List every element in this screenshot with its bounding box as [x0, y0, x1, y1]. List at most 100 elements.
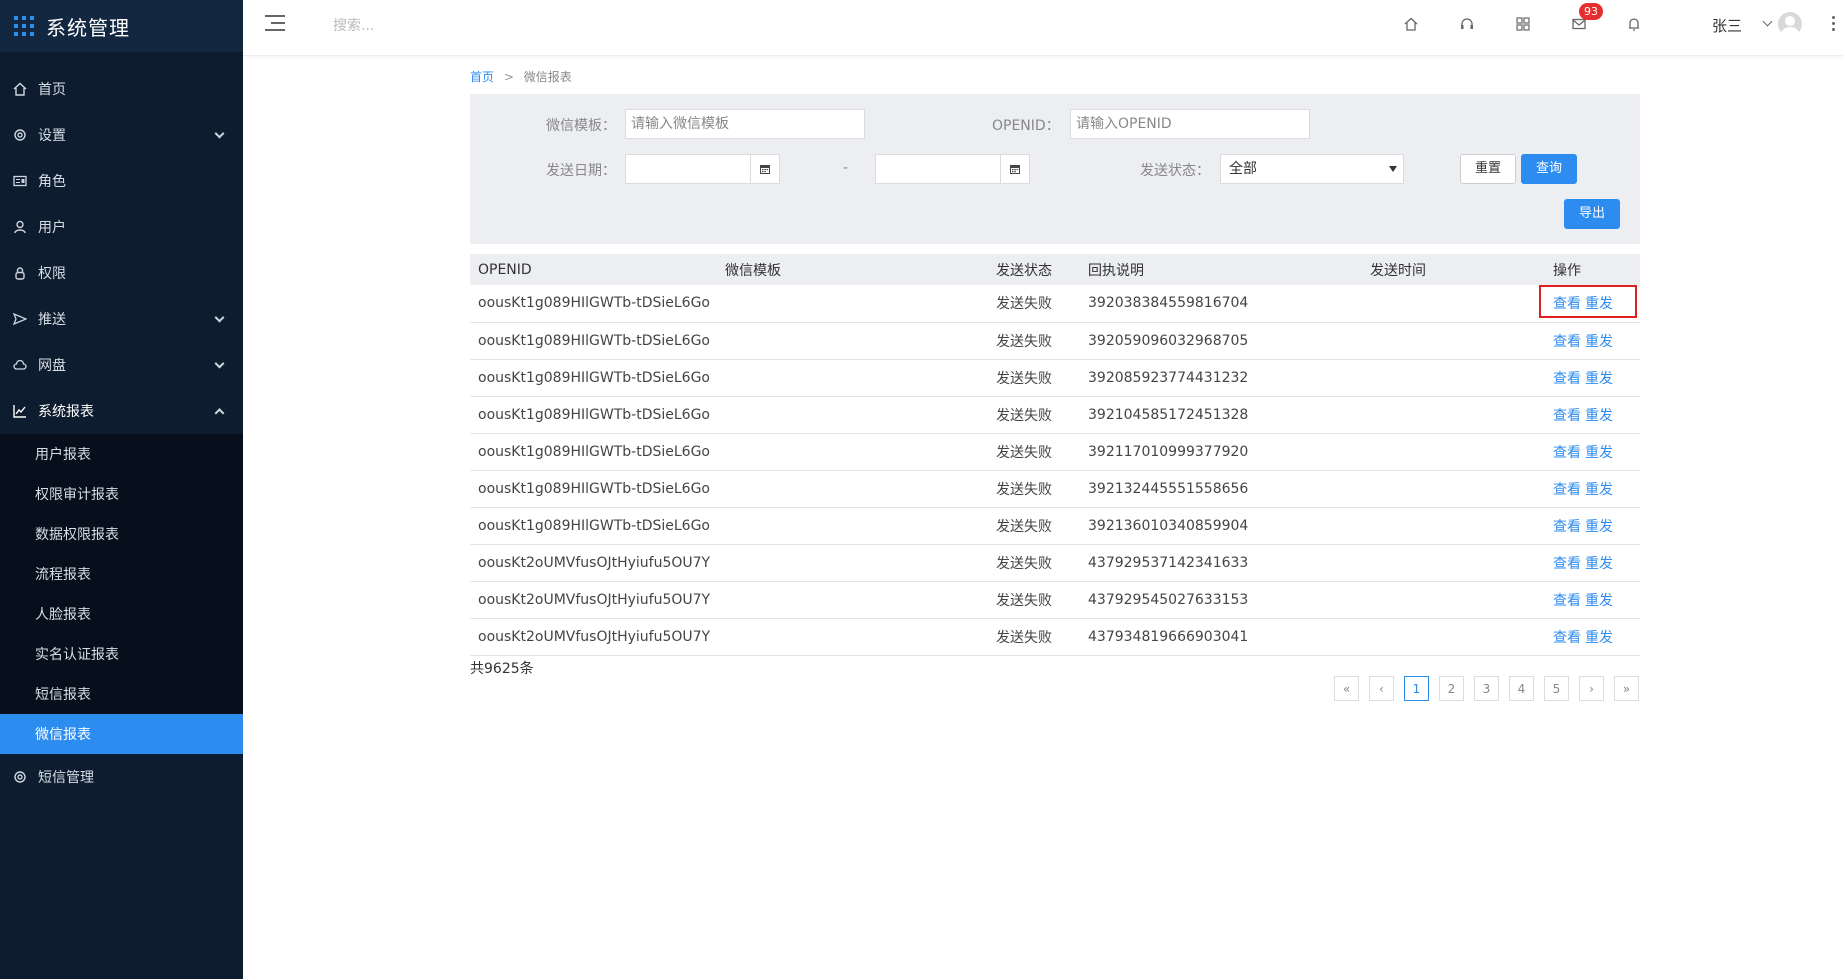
openid-input[interactable]	[1070, 109, 1310, 139]
page-button[interactable]: 2	[1439, 676, 1464, 701]
cell-openid: oousKt1g089HIlGWTb-tDSieL6Go	[470, 396, 717, 434]
view-link[interactable]: 查看	[1553, 408, 1581, 424]
page-button[interactable]: «	[1334, 676, 1359, 701]
cell-openid: oousKt1g089HIlGWTb-tDSieL6Go	[470, 470, 717, 508]
cell-template	[717, 507, 988, 545]
table-row: oousKt1g089HIlGWTb-tDSieL6Go 发送失败 39205909…	[470, 322, 1640, 360]
sidebar-subitem-face-report[interactable]: 人脸报表	[0, 594, 243, 634]
page-button[interactable]: ‹	[1369, 676, 1394, 701]
sidebar-subitem-sms-report[interactable]: 短信报表	[0, 674, 243, 714]
view-link[interactable]: 查看	[1553, 296, 1581, 312]
sidebar-subitem-user-report[interactable]: 用户报表	[0, 434, 243, 474]
cell-send-time	[1362, 359, 1545, 397]
calendar-icon[interactable]	[750, 155, 779, 183]
cell-actions: 查看 重发	[1545, 507, 1640, 545]
headset-icon[interactable]	[1457, 14, 1477, 34]
resend-link[interactable]: 重发	[1585, 371, 1613, 387]
view-link[interactable]: 查看	[1553, 445, 1581, 461]
home-icon[interactable]	[1401, 14, 1421, 34]
resend-link[interactable]: 重发	[1585, 630, 1613, 646]
sidebar-subitem-data-permission-report[interactable]: 数据权限报表	[0, 514, 243, 554]
resend-link[interactable]: 重发	[1585, 296, 1613, 312]
breadcrumb: 首页 > 微信报表	[470, 68, 572, 85]
page-button[interactable]: 3	[1474, 676, 1499, 701]
table-row: oousKt1g089HIlGWTb-tDSieL6Go 发送失败 39203838…	[470, 285, 1640, 323]
template-input[interactable]	[625, 109, 865, 139]
table-row: oousKt1g089HIlGWTb-tDSieL6Go 发送失败 39208592…	[470, 359, 1640, 397]
view-link[interactable]: 查看	[1553, 630, 1581, 646]
view-link[interactable]: 查看	[1553, 334, 1581, 350]
sidebar-item-settings[interactable]: 设置	[0, 112, 243, 158]
sidebar-item-system-reports[interactable]: 系统报表	[0, 388, 243, 434]
view-link[interactable]: 查看	[1553, 371, 1581, 387]
sidebar-item-label: 用户	[38, 220, 66, 236]
cell-receipt: 392038384559816704	[1080, 285, 1362, 323]
sidebar-item-label: 角色	[38, 174, 66, 190]
sidebar-item-users[interactable]: 用户	[0, 204, 243, 250]
sidebar-item-netdisk[interactable]: 网盘	[0, 342, 243, 388]
resend-link[interactable]: 重发	[1585, 482, 1613, 498]
cell-status: 发送失败	[988, 544, 1080, 582]
cell-send-time	[1362, 544, 1545, 582]
sidebar-item-label: 首页	[38, 82, 66, 98]
resend-link[interactable]: 重发	[1585, 593, 1613, 609]
apps-grid-icon[interactable]	[1513, 14, 1533, 34]
sidebar-item-label: 推送	[38, 312, 66, 328]
reset-button[interactable]: 重置	[1460, 154, 1516, 184]
sidebar-item-push[interactable]: 推送	[0, 296, 243, 342]
sidebar-item-label: 系统报表	[38, 404, 94, 420]
column-header-template: 微信模板	[725, 262, 781, 279]
bell-icon[interactable]	[1624, 14, 1644, 34]
resend-link[interactable]: 重发	[1585, 556, 1613, 572]
template-label: 微信模板：	[546, 118, 616, 134]
page-button[interactable]: ›	[1579, 676, 1604, 701]
cell-actions: 查看 重发	[1545, 396, 1640, 434]
start-date-field[interactable]	[625, 154, 780, 184]
send-status-select[interactable]: 全部	[1220, 154, 1404, 184]
page-button[interactable]: 5	[1544, 676, 1569, 701]
calendar-icon[interactable]	[1000, 155, 1029, 183]
query-button[interactable]: 查询	[1521, 154, 1577, 184]
search-input[interactable]	[333, 14, 533, 38]
sidebar-item-permissions[interactable]: 权限	[0, 250, 243, 296]
cell-openid: oousKt1g089HIlGWTb-tDSieL6Go	[470, 322, 717, 360]
avatar[interactable]	[1778, 12, 1802, 36]
user-name[interactable]: 张三	[1712, 15, 1742, 36]
more-vertical-icon[interactable]	[1832, 16, 1836, 34]
page-button[interactable]: 1	[1404, 676, 1429, 701]
resend-link[interactable]: 重发	[1585, 408, 1613, 424]
resend-link[interactable]: 重发	[1585, 445, 1613, 461]
sidebar-subitem-permission-audit-report[interactable]: 权限审计报表	[0, 474, 243, 514]
view-link[interactable]: 查看	[1553, 519, 1581, 535]
sidebar-item-sms-management[interactable]: 短信管理	[0, 754, 243, 800]
view-link[interactable]: 查看	[1553, 482, 1581, 498]
page-button[interactable]: 4	[1509, 676, 1534, 701]
sidebar-subitem-wechat-report[interactable]: 微信报表	[0, 714, 243, 754]
cell-send-time	[1362, 396, 1545, 434]
sidebar-subitem-realname-report[interactable]: 实名认证报表	[0, 634, 243, 674]
sidebar-item-roles[interactable]: 角色	[0, 158, 243, 204]
cell-send-time	[1362, 322, 1545, 360]
sidebar-item-home[interactable]: 首页	[0, 66, 243, 112]
sidebar-subitem-workflow-report[interactable]: 流程报表	[0, 554, 243, 594]
sidebar-menu: 首页 设置 角色 用户 权限 推送 网盘 系统报表 用户报表 权限审计报表 数据…	[0, 66, 243, 800]
table-row: oousKt1g089HIlGWTb-tDSieL6Go 发送失败 39213244…	[470, 470, 1640, 508]
cell-template	[717, 433, 988, 471]
breadcrumb-home-link[interactable]: 首页	[470, 70, 494, 84]
resend-link[interactable]: 重发	[1585, 519, 1613, 535]
end-date-field[interactable]	[875, 154, 1030, 184]
page-button[interactable]: »	[1614, 676, 1639, 701]
resend-link[interactable]: 重发	[1585, 334, 1613, 350]
export-button[interactable]: 导出	[1564, 199, 1620, 229]
table-body: oousKt1g089HIlGWTb-tDSieL6Go 发送失败 39203838…	[470, 285, 1640, 656]
view-link[interactable]: 查看	[1553, 556, 1581, 572]
cell-actions: 查看 重发	[1545, 581, 1640, 619]
mail-badge: 93	[1579, 3, 1603, 20]
cell-receipt: 392132445551558656	[1080, 470, 1362, 508]
cell-template	[717, 322, 988, 360]
reports-submenu: 用户报表 权限审计报表 数据权限报表 流程报表 人脸报表 实名认证报表 短信报表…	[0, 434, 243, 754]
view-link[interactable]: 查看	[1553, 593, 1581, 609]
sidebar-toggle-icon[interactable]	[265, 15, 285, 33]
sidebar-item-label: 网盘	[38, 358, 66, 374]
cell-openid: oousKt1g089HIlGWTb-tDSieL6Go	[470, 433, 717, 471]
